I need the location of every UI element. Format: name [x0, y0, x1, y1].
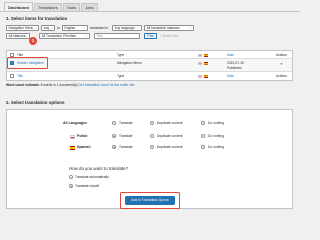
parent-select[interactable]: Any ⌄ — [41, 25, 55, 31]
spanish-translate-radio[interactable] — [112, 145, 116, 149]
all-nothing-radio[interactable] — [201, 120, 205, 125]
section-2-title: 2. Select translation options — [6, 100, 65, 105]
table-row: Header navigation Navigation Menu 2022-0… — [7, 59, 292, 72]
translated-to-label: translated to — [90, 26, 109, 30]
source-language-select[interactable]: English ⌄ — [62, 25, 88, 31]
polish-language-label: Polish — [77, 134, 88, 138]
polish-nothing-radio[interactable] — [201, 134, 205, 138]
row-type: Navigation Menu — [117, 61, 142, 65]
parent-select-value: Any — [43, 26, 50, 30]
all-translate-label: Translate — [119, 120, 133, 125]
word-count-detail: 8 words in 1 document(s) — [40, 83, 78, 87]
spanish-nothing-label: Do nothing — [208, 145, 224, 149]
spanish-flag-icon — [204, 61, 208, 65]
table-footer-row: Title Type Date Actions — [7, 72, 292, 80]
reset-filter-label: Reset filter — [162, 34, 179, 38]
chevron-down-icon: ⌄ — [24, 34, 28, 38]
kind-select[interactable]: Navigation Menu ⌄ — [6, 25, 39, 31]
column-footer-title[interactable]: Title — [17, 74, 23, 78]
title-search-input[interactable]: Title — [94, 33, 140, 39]
column-footer-date[interactable]: Date — [227, 74, 234, 78]
chevron-down-icon: ⌄ — [84, 34, 88, 38]
translate-automatically-label: Translate automatically — [75, 175, 109, 179]
translation-status-select[interactable]: All translation statuses ⌄ — [144, 25, 194, 31]
column-footer-actions: Actions — [276, 74, 287, 78]
chevron-down-icon: ⌄ — [82, 26, 86, 30]
translate-myself-label: Translate myself — [75, 184, 100, 188]
chevron-down-icon: ⌄ — [33, 26, 37, 30]
column-footer-type: Type — [117, 74, 125, 78]
target-language-select[interactable]: Any language ⌄ — [112, 25, 142, 31]
all-statuses-select[interactable]: All statuses ⌄ — [6, 33, 30, 39]
priorities-value: All Translation Priorities — [41, 34, 76, 38]
step-badge: 1 — [29, 37, 37, 45]
tab-divider — [0, 11, 300, 12]
all-duplicate-label: Duplicate content — [157, 120, 183, 125]
row-date: 2022-07-19 — [227, 61, 244, 65]
select-all-footer-checkbox[interactable] — [10, 74, 14, 78]
polish-translate-label: Translate — [119, 134, 133, 138]
polish-duplicate-radio[interactable] — [150, 134, 154, 138]
row-status: Published — [227, 66, 242, 70]
spanish-flag-icon — [204, 74, 208, 78]
items-table: Title Type Date Actions Header navigatio… — [6, 50, 293, 81]
translation-status-value: All translation statuses — [146, 26, 180, 30]
spanish-language-label: Spanish — [77, 145, 91, 149]
all-translate-radio[interactable] — [112, 120, 116, 125]
column-header-date[interactable]: Date — [227, 53, 234, 57]
tab-bar: Dashboard Translators Tools Jobs — [4, 2, 99, 11]
in-label: in — [57, 26, 60, 30]
filter-button[interactable]: Filter — [144, 33, 158, 39]
table-header-row: Title Type Date Actions — [7, 51, 292, 59]
reset-filter-link[interactable]: × Reset filter — [160, 33, 179, 39]
polish-flag-icon — [70, 135, 75, 139]
column-header-type: Type — [117, 53, 125, 57]
spanish-translate-label: Translate — [119, 145, 133, 149]
chevron-down-icon: ⌄ — [136, 26, 140, 30]
priorities-select[interactable]: All Translation Priorities ⌄ — [39, 33, 90, 39]
all-statuses-value: All statuses — [8, 34, 26, 38]
spanish-nothing-radio[interactable] — [201, 145, 205, 149]
all-duplicate-radio[interactable] — [150, 120, 154, 125]
translate-automatically-radio[interactable] — [69, 175, 73, 179]
polish-translate-radio[interactable] — [112, 134, 116, 138]
add-to-translation-queue-button[interactable]: Add to Translation Queue — [125, 196, 175, 205]
chevron-down-icon: ⌄ — [188, 26, 192, 30]
word-count-site-link[interactable]: Get translation count for the entire sit… — [79, 83, 135, 87]
spanish-duplicate-label: Duplicate content — [157, 145, 183, 149]
tab-translators[interactable]: Translators — [33, 3, 62, 11]
column-header-actions: Actions — [276, 53, 287, 57]
source-language-value: English — [64, 26, 76, 30]
how-to-translate-question: How do you want to translate? — [69, 166, 129, 171]
word-count: Word count estimate: 8 words in 1 docume… — [6, 83, 134, 87]
polish-nothing-label: Do nothing — [208, 134, 224, 138]
word-count-label: Word count estimate: — [6, 83, 40, 87]
polish-duplicate-label: Duplicate content — [157, 134, 183, 138]
polish-flag-icon — [198, 61, 202, 65]
target-language-value: Any language — [114, 26, 135, 30]
tab-tools[interactable]: Tools — [62, 3, 81, 11]
tab-dashboard[interactable]: Dashboard — [4, 2, 33, 11]
chevron-down-icon[interactable]: ▼ — [280, 62, 283, 66]
spanish-flag-icon — [204, 53, 208, 57]
all-nothing-label: Do nothing — [208, 120, 224, 125]
polish-flag-icon — [198, 53, 202, 57]
tab-jobs[interactable]: Jobs — [81, 3, 98, 11]
highlight-box — [7, 57, 48, 69]
all-languages-label: All Languages — [63, 121, 87, 125]
spanish-duplicate-radio[interactable] — [150, 145, 154, 149]
chevron-down-icon: ⌄ — [49, 26, 53, 30]
title-search-placeholder: Title — [96, 34, 103, 38]
polish-flag-icon — [198, 74, 202, 78]
kind-select-value: Navigation Menu — [8, 26, 34, 30]
section-1-title: 1. Select items for translation — [6, 16, 68, 21]
spanish-flag-icon — [70, 146, 75, 150]
translate-myself-radio[interactable] — [69, 184, 73, 188]
